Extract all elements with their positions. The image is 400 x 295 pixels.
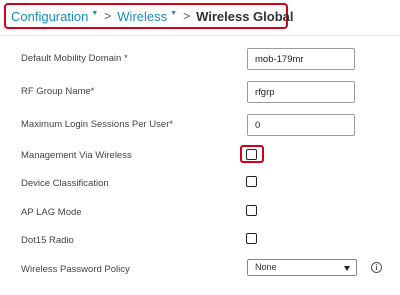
- rf-group-name-label: RF Group Name*: [21, 86, 95, 97]
- ap-lag-mode-label: AP LAG Mode: [21, 207, 82, 218]
- default-mobility-domain-label: Default Mobility Domain *: [21, 53, 128, 64]
- info-icon[interactable]: i: [371, 262, 382, 273]
- row-max-login-sessions: Maximum Login Sessions Per User*: [0, 113, 400, 139]
- row-dot15-radio: Dot15 Radio: [0, 227, 400, 253]
- chevron-down-icon: [344, 266, 350, 271]
- management-via-wireless-label: Management Via Wireless: [21, 150, 132, 161]
- breadcrumb-separator-icon: >: [104, 9, 112, 23]
- row-device-classification: Device Classification: [0, 171, 400, 197]
- dot15-radio-label: Dot15 Radio: [21, 235, 74, 246]
- row-rf-group-name: RF Group Name*: [0, 80, 400, 106]
- breadcrumb-separator-icon: >: [183, 9, 191, 23]
- wireless-password-policy-value: None: [255, 262, 277, 272]
- row-management-via-wireless: Management Via Wireless: [0, 142, 400, 168]
- wireless-caret-icon[interactable]: ▼: [170, 10, 177, 17]
- max-login-sessions-label: Maximum Login Sessions Per User*: [21, 119, 174, 130]
- device-classification-label: Device Classification: [21, 178, 109, 189]
- max-login-sessions-input[interactable]: [247, 114, 355, 136]
- ap-lag-mode-checkbox[interactable]: [246, 205, 257, 216]
- wireless-password-policy-select[interactable]: None: [247, 259, 357, 276]
- row-default-mobility-domain: Default Mobility Domain *: [0, 46, 400, 72]
- breadcrumb-configuration[interactable]: Configuration: [11, 9, 88, 24]
- management-via-wireless-checkbox[interactable]: [246, 149, 257, 160]
- rf-group-name-input[interactable]: [247, 81, 355, 103]
- header-divider: [0, 35, 400, 36]
- default-mobility-domain-input[interactable]: [247, 48, 355, 70]
- device-classification-checkbox[interactable]: [246, 176, 257, 187]
- wireless-password-policy-label: Wireless Password Policy: [21, 264, 130, 275]
- configuration-caret-icon[interactable]: ▼: [91, 10, 98, 17]
- row-ap-lag-mode: AP LAG Mode: [0, 199, 400, 225]
- breadcrumb-current: Wireless Global: [196, 8, 294, 24]
- row-wireless-password-policy: Wireless Password Policy None i: [0, 256, 400, 282]
- breadcrumb: Configuration ▼ > Wireless ▼ > Wireless …: [4, 3, 294, 29]
- dot15-radio-checkbox[interactable]: [246, 233, 257, 244]
- breadcrumb-wireless[interactable]: Wireless: [117, 9, 167, 24]
